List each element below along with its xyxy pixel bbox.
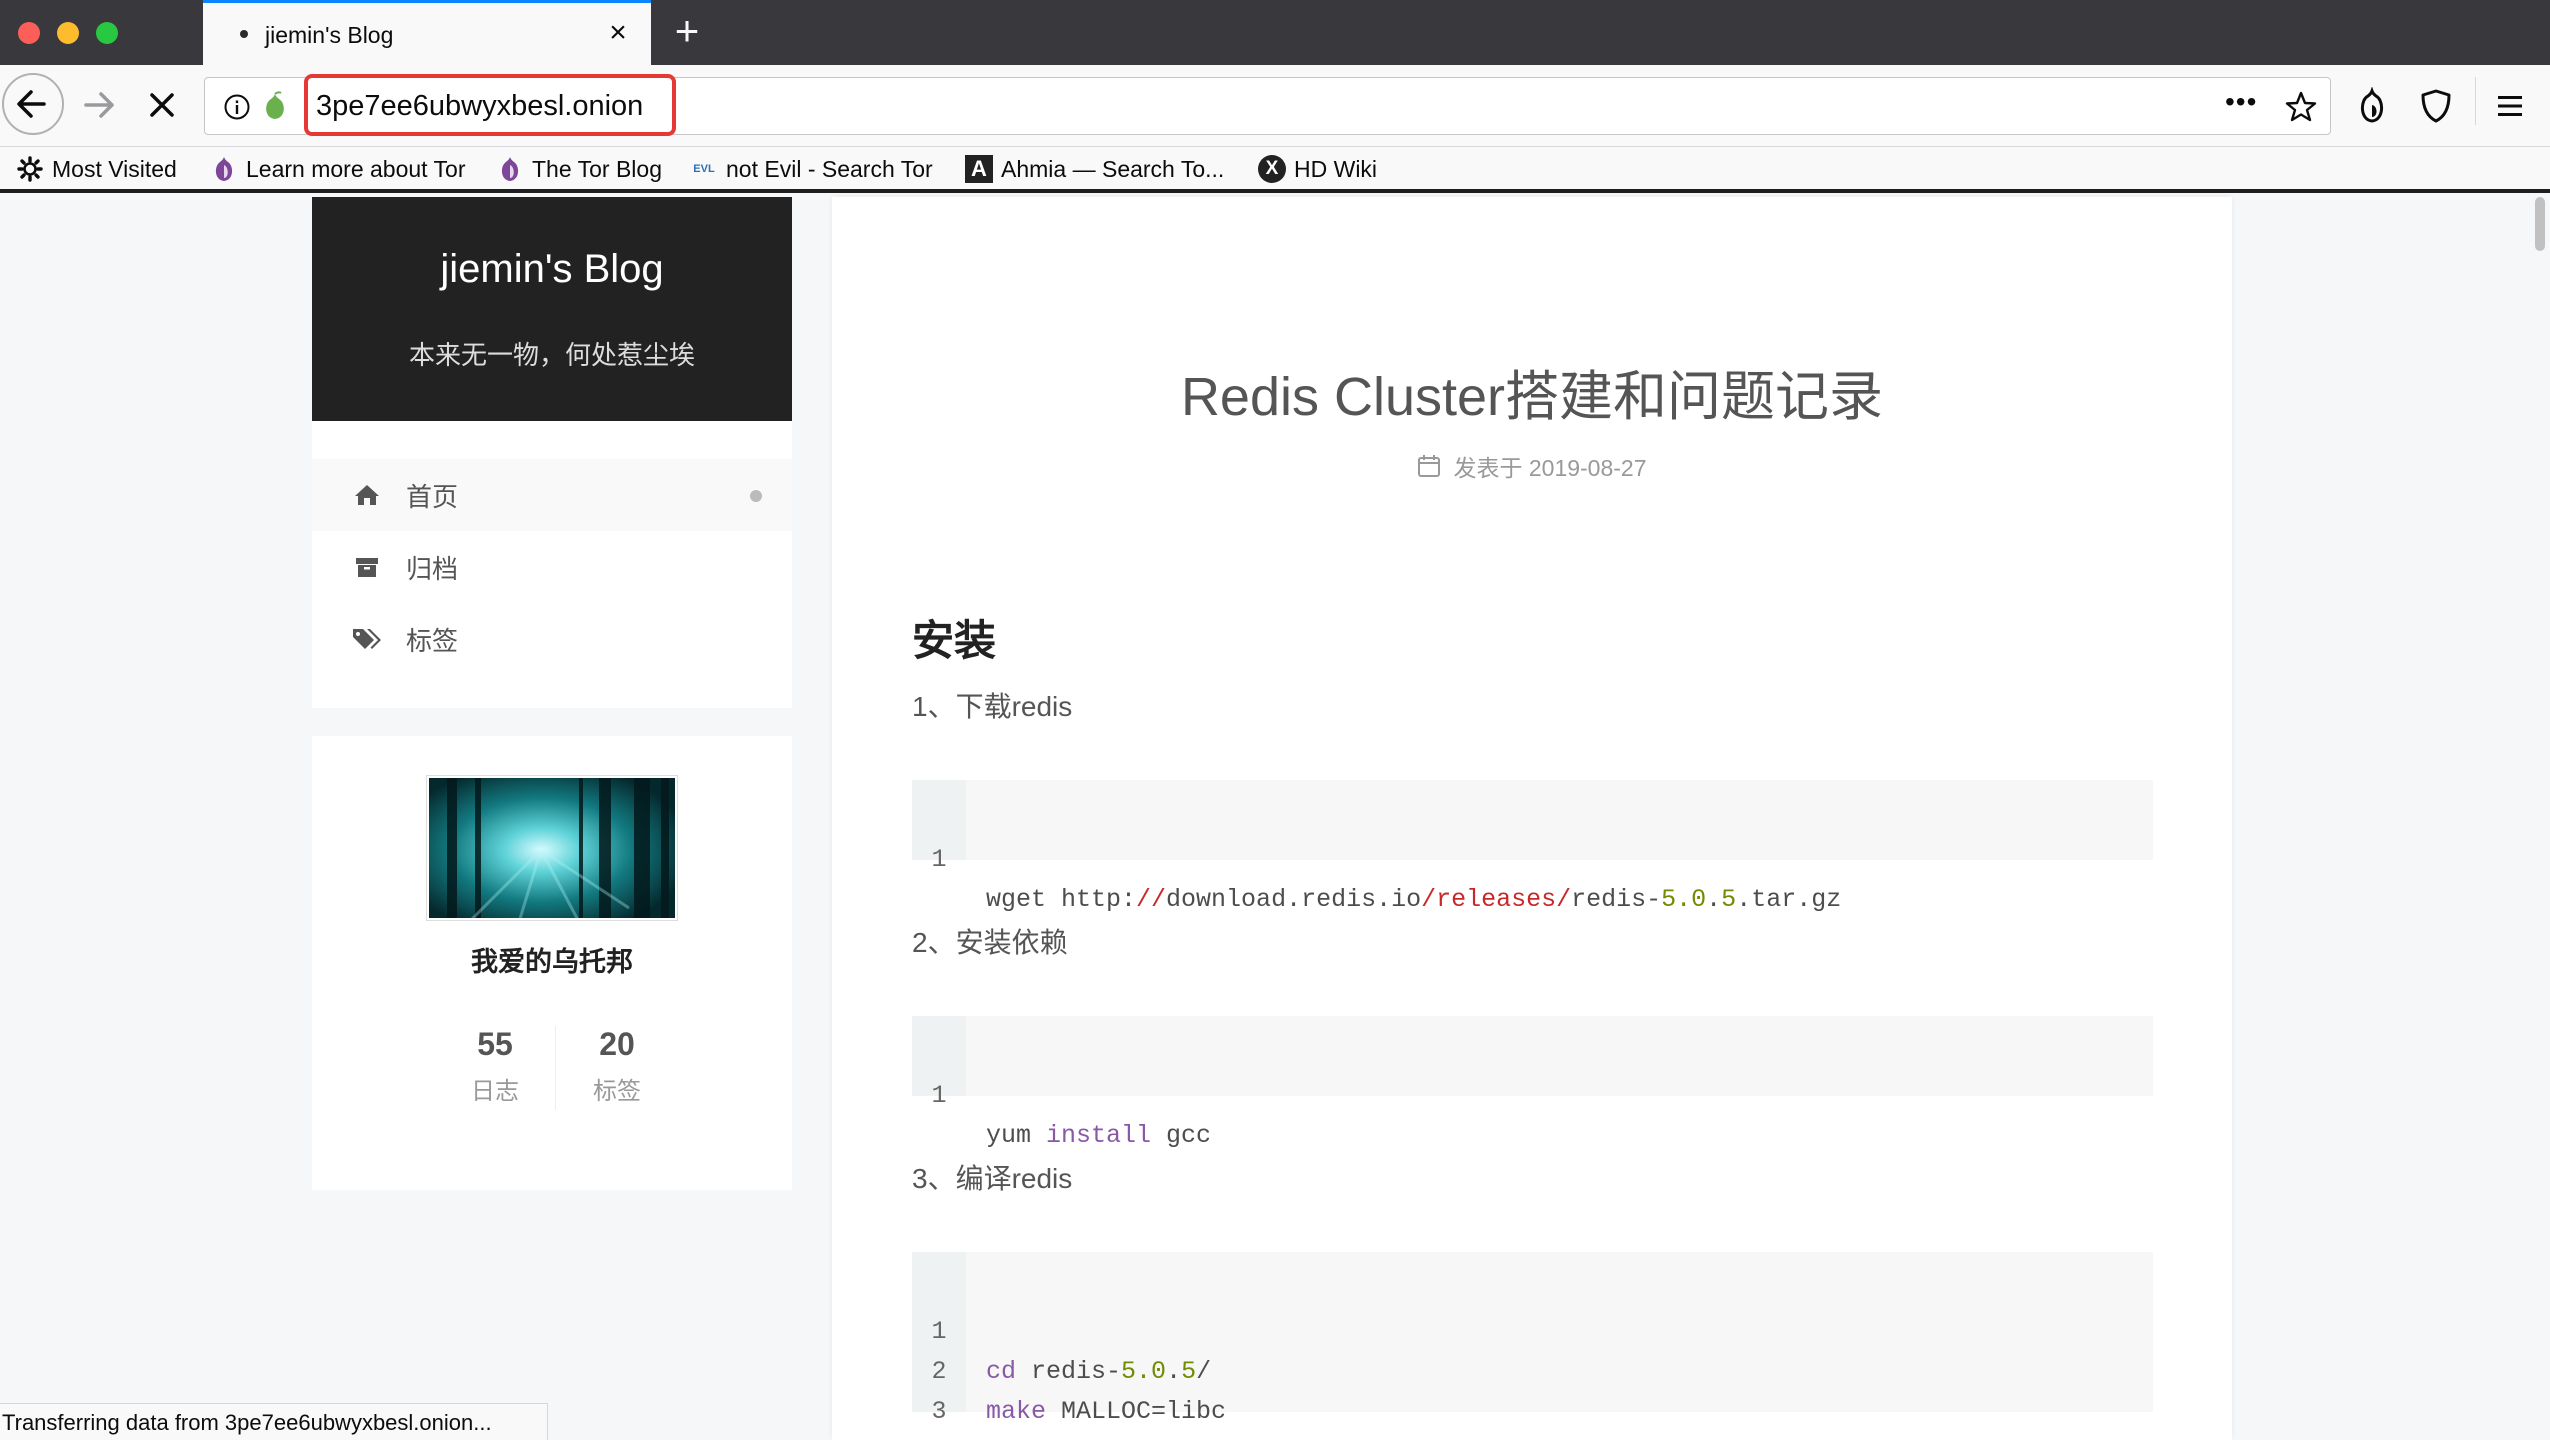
line-number: 1 — [931, 1081, 947, 1110]
author-profile: 我爱的乌托邦 55 日志 20 标签 — [312, 736, 792, 1190]
line-number: 3 — [931, 1397, 947, 1426]
bookmark-label: Most Visited — [52, 155, 177, 182]
bookmark-learn-more-about-tor[interactable]: Learn more about Tor — [210, 152, 466, 186]
ahmia-icon: A — [965, 155, 993, 183]
site-menu: 首页 归档 标签 — [312, 421, 792, 708]
status-bar: Transferring data from 3pe7ee6ubwyxbesl.… — [0, 1403, 548, 1440]
menu-item-label: 首页 — [406, 481, 459, 512]
bookmark-hd-wiki[interactable]: X HD Wiki — [1258, 152, 1377, 186]
tab-strip: jiemin's Blog × + — [0, 0, 2550, 65]
menu-item-home[interactable]: 首页 — [312, 459, 792, 531]
bookmark-ahmia[interactable]: A Ahmia — Search To... — [965, 152, 1224, 186]
site-subtitle: 本来无一物，何处惹尘埃 — [408, 340, 695, 370]
stat-count: 55 — [477, 1026, 513, 1062]
stat-label: 日志 — [471, 1078, 519, 1105]
home-icon — [352, 483, 382, 507]
code-line: 2 make MALLOC=libc — [912, 1312, 1226, 1426]
info-icon[interactable] — [223, 93, 251, 121]
code-line: 1 yum install gcc — [912, 1036, 1211, 1150]
code-text: yum install gcc — [986, 1121, 1212, 1150]
page-scrollbar-thumb[interactable] — [2535, 197, 2545, 251]
tor-onion-icon — [210, 155, 238, 183]
tab-loading-indicator — [240, 30, 248, 38]
bookmark-most-visited[interactable]: Most Visited — [16, 152, 177, 186]
post-date: 发表于 2019-08-27 — [1453, 455, 1647, 481]
site-title[interactable]: jiemin's Blog — [312, 247, 792, 292]
stop-button[interactable] — [140, 83, 184, 127]
post-title[interactable]: Redis Cluster搭建和问题记录 — [832, 352, 2232, 431]
page-actions-button[interactable]: ••• — [2225, 86, 2257, 118]
stat-divider — [555, 1026, 556, 1110]
arrow-right-icon — [84, 92, 114, 118]
bookmark-not-evil[interactable]: EVL not Evil - Search Tor — [690, 152, 933, 186]
window-close-button[interactable] — [18, 22, 40, 44]
step-dependencies: 2、安装依赖 — [912, 927, 1068, 958]
window-zoom-button[interactable] — [96, 22, 118, 44]
bookmark-label: not Evil - Search Tor — [726, 155, 933, 182]
bookmark-label: HD Wiki — [1294, 155, 1378, 182]
bookmarks-toolbar: Most Visited Learn more about Tor The To… — [0, 147, 2550, 193]
tab-close-button[interactable]: × — [601, 16, 635, 50]
post-content: Redis Cluster搭建和问题记录 发表于 2019-08-27 安装 1… — [832, 197, 2232, 1440]
code-line: 1 cd redis-5.0.5/ — [912, 1272, 1211, 1386]
close-icon — [150, 93, 174, 117]
stat-count: 20 — [599, 1026, 635, 1062]
stat-posts[interactable]: 55 日志 — [435, 1026, 555, 1106]
line-number: 1 — [931, 845, 947, 874]
calendar-icon — [1417, 454, 1441, 478]
url-bar[interactable]: 3pe7ee6ubwyxbesl.onion ••• — [204, 74, 2331, 136]
tor-onion-icon — [496, 155, 524, 183]
toolbar-separator — [2475, 77, 2476, 125]
url-text[interactable]: 3pe7ee6ubwyxbesl.onion — [316, 90, 643, 123]
code-block-yum: 1 yum install gcc — [912, 1016, 2153, 1150]
code-line: 1 wget http://download.redis.io/releases… — [912, 800, 1841, 914]
menu-item-label: 归档 — [406, 553, 459, 584]
menu-item-tags[interactable]: 标签 — [312, 603, 792, 675]
tor-circuit-icon[interactable] — [2354, 87, 2390, 125]
code-text: wget http://download.redis.io/releases/r… — [986, 885, 1842, 914]
menu-item-archive[interactable]: 归档 — [312, 531, 792, 603]
hd-wiki-icon: X — [1258, 155, 1286, 183]
active-indicator-dot — [750, 490, 762, 502]
bookmark-label: Learn more about Tor — [246, 155, 466, 182]
section-heading: 安装 — [912, 617, 997, 664]
bookmark-label: The Tor Blog — [532, 155, 662, 182]
author-avatar — [427, 776, 677, 920]
onion-icon[interactable] — [261, 90, 289, 122]
tags-icon — [352, 627, 382, 651]
step-compile: 3、编译redis — [912, 1163, 1073, 1194]
bookmark-tor-blog[interactable]: The Tor Blog — [496, 152, 662, 186]
code-line: 3 make install — [912, 1352, 1166, 1440]
browser-tab[interactable]: jiemin's Blog × — [203, 0, 651, 65]
site-brand: jiemin's Blog 本来无一物，何处惹尘埃 — [312, 197, 792, 421]
new-tab-button[interactable]: + — [666, 10, 708, 52]
code-text: make install — [986, 1432, 1166, 1440]
shield-icon[interactable] — [2418, 87, 2454, 125]
author-name: 我爱的乌托邦 — [471, 947, 633, 977]
tab-title: jiemin's Blog — [265, 22, 394, 48]
menu-item-label: 标签 — [406, 625, 459, 656]
back-button[interactable] — [2, 73, 64, 135]
step-download: 1、下载redis — [912, 691, 1073, 722]
web-page: jiemin's Blog 本来无一物，何处惹尘埃 首页 归档 标签 我爱的乌托… — [0, 197, 2550, 1440]
forward-button[interactable] — [78, 83, 122, 127]
navigation-toolbar: 3pe7ee6ubwyxbesl.onion ••• — [0, 65, 2550, 147]
window-minimize-button[interactable] — [57, 22, 79, 44]
code-block-make: 1 cd redis-5.0.5/ 2 make MALLOC=libc 3 m… — [912, 1252, 2153, 1440]
arrow-left-icon — [17, 90, 46, 118]
post-meta: 发表于 2019-08-27 — [832, 449, 2232, 483]
bookmark-label: Ahmia — Search To... — [1001, 155, 1225, 182]
archive-icon — [352, 556, 382, 578]
gear-icon — [16, 155, 44, 183]
hamburger-menu-icon[interactable] — [2494, 89, 2526, 123]
not-evil-icon: EVL — [693, 163, 715, 175]
stat-tags[interactable]: 20 标签 — [557, 1026, 677, 1106]
code-block-wget: 1 wget http://download.redis.io/releases… — [912, 780, 2153, 914]
stat-label: 标签 — [593, 1078, 641, 1105]
star-icon[interactable] — [2284, 90, 2318, 124]
